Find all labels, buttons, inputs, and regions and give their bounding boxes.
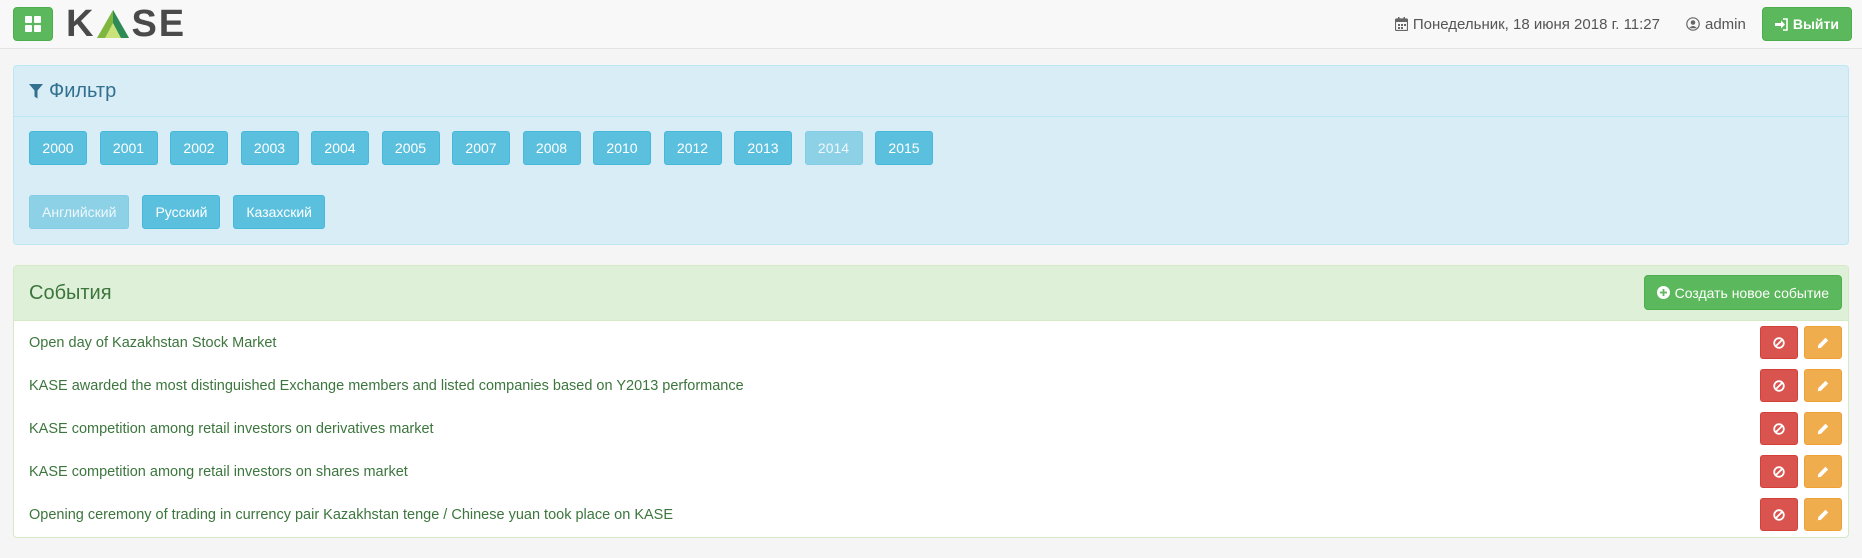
calendar-icon	[1394, 17, 1408, 31]
events-panel: События Создать новое событие Open day o…	[13, 265, 1849, 538]
pencil-icon	[1817, 380, 1829, 391]
language-filter-group: Английский Русский Казахский	[29, 195, 338, 229]
sign-in-icon	[1774, 17, 1788, 31]
event-title-link[interactable]: KASE competition among retail investors …	[29, 464, 408, 480]
year-button-2015[interactable]: 2015	[875, 131, 933, 165]
filter-icon	[29, 83, 43, 98]
kase-logo[interactable]: K SE	[66, 2, 187, 45]
ban-icon	[1773, 422, 1785, 435]
pencil-icon	[1817, 337, 1829, 348]
pencil-icon	[1817, 423, 1829, 434]
year-button-2007[interactable]: 2007	[452, 131, 510, 165]
language-button-russian[interactable]: Русский	[142, 195, 221, 229]
year-button-2008[interactable]: 2008	[522, 131, 581, 165]
ban-icon	[1773, 336, 1785, 349]
filter-title: Фильтр	[49, 79, 117, 102]
datetime-display: Понедельник, 18 июня 2018 г. 11:27	[1394, 15, 1660, 33]
top-navbar: K SE Понедельник, 18 июня 2018 г. 11:27	[0, 0, 1862, 49]
delete-event-button[interactable]	[1760, 412, 1798, 445]
event-title-link[interactable]: Opening ceremony of trading in currency …	[29, 507, 673, 523]
grid-icon	[25, 16, 41, 32]
username: admin	[1705, 15, 1746, 33]
year-button-2012[interactable]: 2012	[663, 131, 722, 165]
year-button-2005[interactable]: 2005	[381, 131, 440, 165]
edit-event-button[interactable]	[1804, 455, 1842, 488]
event-actions	[1760, 412, 1842, 445]
top-right-area: Понедельник, 18 июня 2018 г. 11:27 admin…	[1394, 7, 1852, 41]
year-button-2010[interactable]: 2010	[593, 131, 651, 165]
delete-event-button[interactable]	[1760, 498, 1798, 531]
event-title-link[interactable]: KASE competition among retail investors …	[29, 421, 434, 437]
year-button-2000[interactable]: 2000	[29, 131, 87, 165]
plus-circle-icon	[1656, 286, 1670, 299]
year-filter-group: 2000 2001 2002 2003 2004 2005 2007 2008 …	[29, 131, 946, 165]
user-icon	[1686, 17, 1700, 31]
year-button-2001[interactable]: 2001	[99, 131, 158, 165]
event-row: KASE competition among retail investors …	[14, 450, 1848, 493]
event-actions	[1760, 455, 1842, 488]
datetime-text: Понедельник, 18 июня 2018 г. 11:27	[1412, 15, 1660, 33]
event-actions	[1760, 326, 1842, 359]
edit-event-button[interactable]	[1804, 412, 1842, 445]
ban-icon	[1773, 465, 1785, 478]
delete-event-button[interactable]	[1760, 369, 1798, 402]
ban-icon	[1773, 379, 1785, 392]
pencil-icon	[1817, 509, 1829, 520]
language-button-english[interactable]: Английский	[29, 195, 130, 229]
logout-button[interactable]: Выйти	[1761, 7, 1852, 41]
user-menu[interactable]: admin	[1686, 16, 1746, 33]
event-row: Opening ceremony of trading in currency …	[14, 493, 1848, 536]
logout-label: Выйти	[1792, 16, 1839, 32]
event-row: KASE awarded the most distinguished Exch…	[14, 364, 1848, 407]
events-heading: События Создать новое событие	[14, 266, 1848, 321]
events-title: События	[29, 281, 112, 304]
pencil-icon	[1817, 466, 1829, 477]
event-list: Open day of Kazakhstan Stock Market KASE…	[14, 321, 1848, 536]
year-button-2013[interactable]: 2013	[734, 131, 792, 165]
year-button-2002[interactable]: 2002	[170, 131, 228, 165]
year-button-2004[interactable]: 2004	[311, 131, 369, 165]
event-row: Open day of Kazakhstan Stock Market	[14, 321, 1848, 364]
create-event-label: Создать новое событие	[1674, 284, 1829, 301]
event-row: KASE competition among retail investors …	[14, 407, 1848, 450]
logo-text-left: K	[66, 2, 96, 45]
language-button-kazakh[interactable]: Казахский	[233, 195, 326, 229]
edit-event-button[interactable]	[1804, 369, 1842, 402]
filter-panel: Фильтр 2000 2001 2002 2003 2004 2005 200…	[13, 65, 1849, 245]
edit-event-button[interactable]	[1804, 498, 1842, 531]
logo-triangle-icon	[97, 10, 130, 38]
logo-text-right: SE	[131, 2, 187, 45]
year-button-2014[interactable]: 2014	[804, 131, 863, 165]
create-event-button[interactable]: Создать новое событие	[1643, 275, 1842, 310]
event-actions	[1760, 498, 1842, 531]
edit-event-button[interactable]	[1804, 326, 1842, 359]
delete-event-button[interactable]	[1760, 326, 1798, 359]
delete-event-button[interactable]	[1760, 455, 1798, 488]
event-title-link[interactable]: Open day of Kazakhstan Stock Market	[29, 335, 276, 351]
filter-heading: Фильтр	[14, 66, 1848, 117]
year-button-2003[interactable]: 2003	[240, 131, 299, 165]
ban-icon	[1773, 508, 1785, 521]
event-actions	[1760, 369, 1842, 402]
event-title-link[interactable]: KASE awarded the most distinguished Exch…	[29, 378, 744, 394]
menu-button[interactable]	[13, 7, 53, 41]
